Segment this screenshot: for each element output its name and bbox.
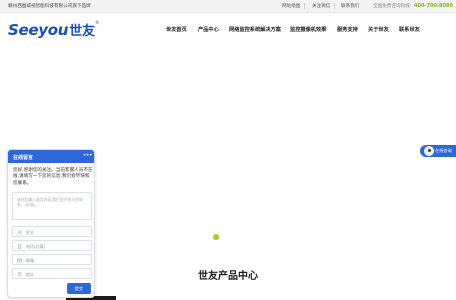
nav-camera-effects[interactable]: 监控摄像机效果 <box>290 26 326 33</box>
email-field-placeholder: 邮箱 <box>26 258 34 263</box>
online-consult-button[interactable]: 在线咨询 <box>420 145 456 157</box>
page: 赣州西图威视智能科技有限公司旗下品牌 网站地图 关注微信 联系我们 全国免费咨询… <box>0 0 456 300</box>
phone-field[interactable]: 电话(必填) <box>12 240 92 251</box>
top-bar: 赣州西图威视智能科技有限公司旗下品牌 网站地图 关注微信 联系我们 全国免费咨询… <box>0 0 456 13</box>
nav-products[interactable]: 产品中心 <box>198 26 219 33</box>
logo-chinese: 世友 <box>69 24 96 39</box>
more-options-icon[interactable]: ••• <box>83 152 93 159</box>
header: Seeyou世友® 世友首页 产品中心 网络监控系统解决方案 监控摄像机效果 服… <box>0 13 456 45</box>
hotline-label: 全国免费咨询热线: <box>373 4 412 9</box>
offline-notice: 您好,感谢您的关注。当前客服人员不在线,请填写一下您的信息,我们会尽快和您联系。 <box>13 168 93 186</box>
submit-button-label: 提交 <box>74 286 84 291</box>
name-field-placeholder: 姓名 <box>26 230 34 235</box>
person-icon <box>17 229 22 235</box>
message-panel-title: 在线留言 <box>13 154 34 161</box>
address-field[interactable]: 地址 <box>12 268 92 279</box>
site-logo[interactable]: Seeyou世友® <box>8 20 100 39</box>
message-panel-header: 在线留言 ••• <box>8 150 94 163</box>
message-textarea[interactable]: 请在此输入留言内容,我们会尽快与您联系。(必填) <box>12 192 92 220</box>
nav-about[interactable]: 关于世友 <box>368 26 389 33</box>
sitemap-link[interactable]: 网站地图 <box>282 3 300 9</box>
name-field[interactable]: 姓名 <box>12 226 92 237</box>
nav-solutions[interactable]: 网络监控系统解决方案 <box>229 26 281 33</box>
carousel-dot[interactable] <box>213 234 219 240</box>
email-field[interactable]: 邮箱 <box>12 254 92 265</box>
agent-avatar-icon <box>424 146 434 156</box>
phone-field-placeholder: 电话(必填) <box>26 244 46 249</box>
submit-button[interactable]: 提交 <box>67 283 91 294</box>
nav-support[interactable]: 服务支持 <box>337 26 358 33</box>
message-panel: 在线留言 ••• 您好,感谢您的关注。当前客服人员不在线,请填写一下您的信息,我… <box>7 149 95 298</box>
phone-icon <box>18 243 21 249</box>
logo-wordmark: Seeyou <box>8 21 69 39</box>
nav-home[interactable]: 世友首页 <box>166 26 187 33</box>
logo-registered-mark: ® <box>95 20 100 25</box>
nav-contact[interactable]: 联系世友 <box>399 26 420 33</box>
company-name: 赣州西图威视智能科技有限公司旗下品牌 <box>8 4 91 9</box>
divider <box>304 3 305 9</box>
location-icon <box>17 271 22 277</box>
contact-link[interactable]: 联系我们 <box>341 3 359 9</box>
address-field-placeholder: 地址 <box>26 272 34 277</box>
online-consult-label: 在线咨询 <box>435 148 452 153</box>
message-textarea-placeholder: 请在此输入留言内容,我们会尽快与您联系。(必填) <box>17 197 83 207</box>
divider <box>334 3 335 9</box>
hotline-number: 400-700-8089 <box>414 2 453 9</box>
wechat-link[interactable]: 关注微信 <box>312 3 330 9</box>
mail-icon <box>17 258 22 262</box>
